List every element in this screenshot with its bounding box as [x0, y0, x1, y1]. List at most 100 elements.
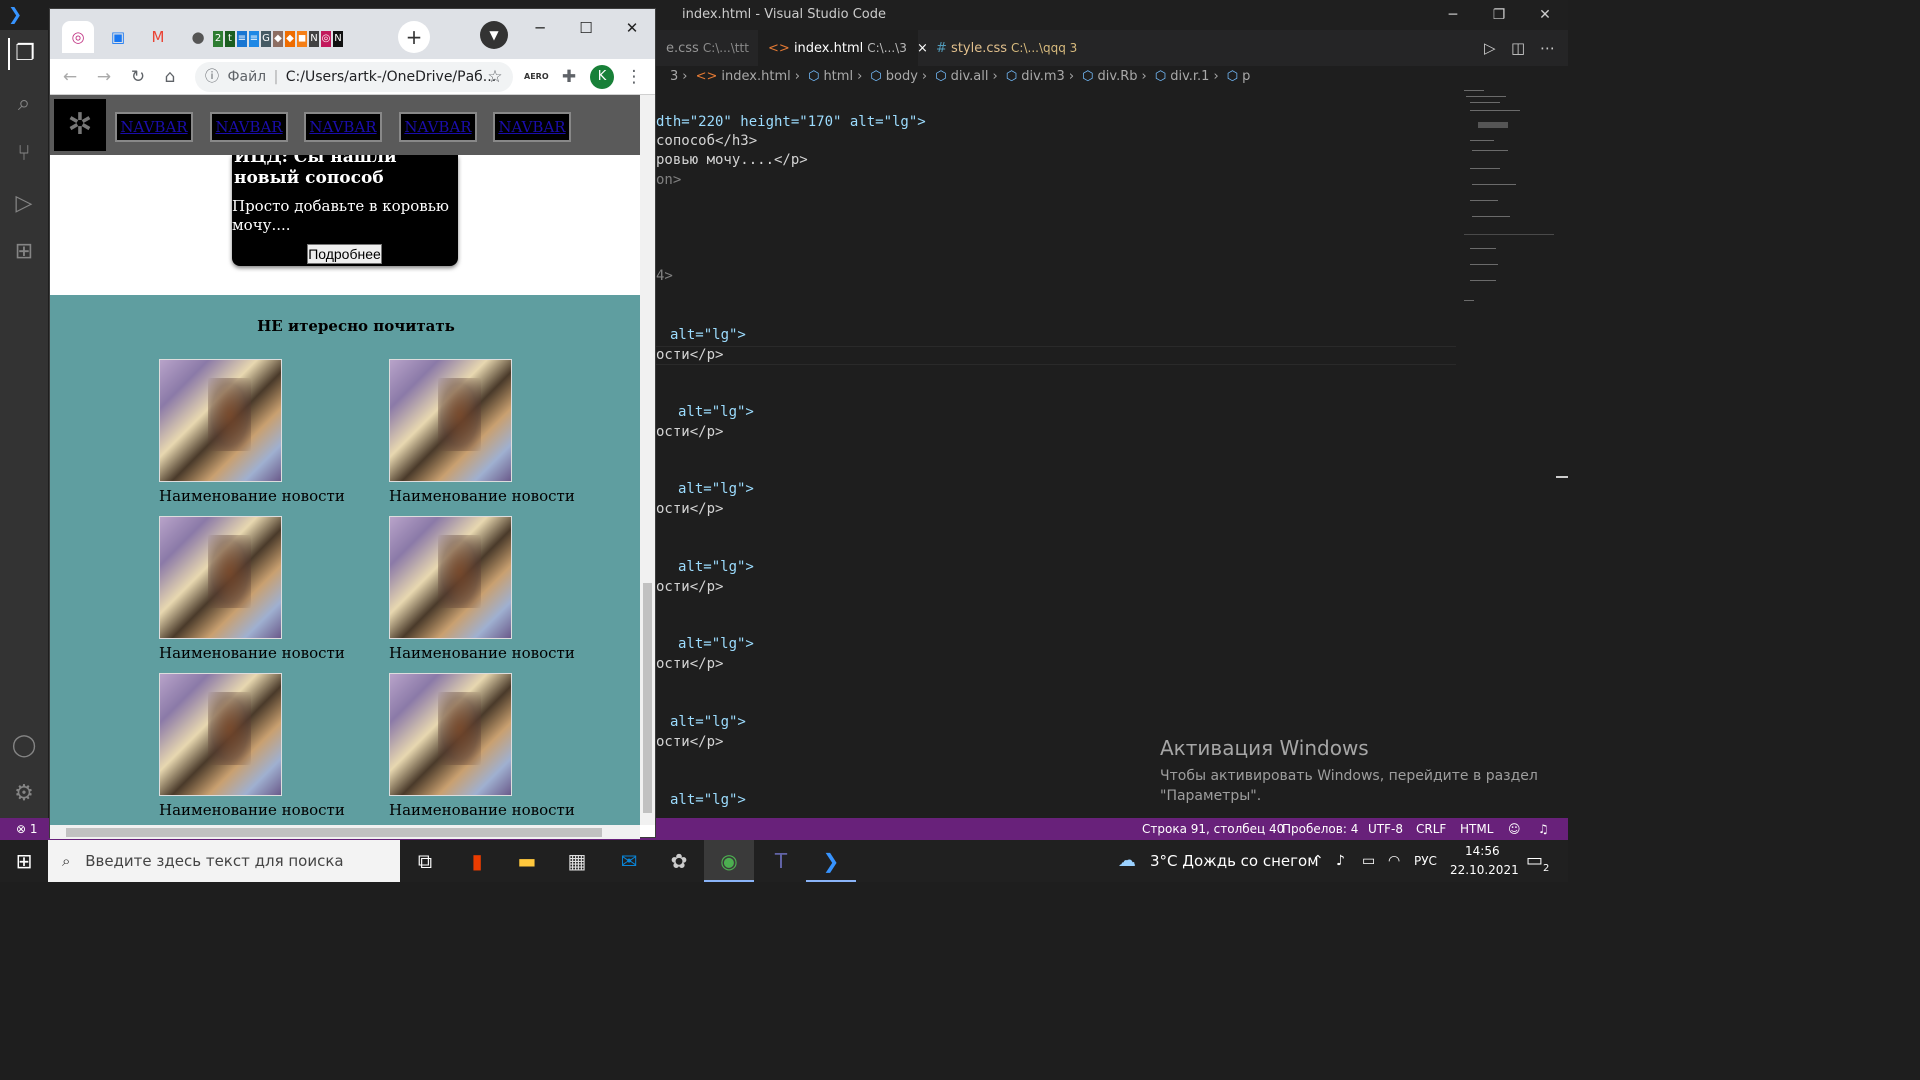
news-card[interactable]: Наименование новости — [389, 359, 589, 509]
indentation-status[interactable]: Пробелов: 4 — [1282, 818, 1358, 840]
run-debug-icon[interactable]: ▷ — [8, 188, 40, 220]
promo-more-button[interactable]: Подробнее — [307, 244, 382, 264]
scrollbar-thumb[interactable] — [643, 583, 652, 813]
office-icon[interactable]: ▮ — [452, 840, 502, 882]
home-icon[interactable]: ⌂ — [158, 65, 182, 89]
tab-favicon-icon[interactable]: 2 — [213, 31, 223, 47]
tab-favicon-icon[interactable]: ≡ — [249, 31, 259, 47]
paint-icon[interactable]: ✿ — [654, 840, 704, 882]
tab-favicon-icon[interactable]: ◆ — [285, 31, 295, 47]
code-editor[interactable]: dth="220" height="170" alt="lg"> сопособ… — [656, 88, 1456, 818]
show-hidden-icons-icon[interactable]: ⌃ — [1312, 840, 1324, 882]
feedback-icon[interactable]: ☺ — [1508, 818, 1521, 840]
weather-icon[interactable]: ☁ — [1118, 840, 1136, 882]
search-icon[interactable]: ⌕ — [8, 88, 40, 120]
extensions-puzzle-icon[interactable]: ✚ — [557, 65, 581, 89]
breadcrumb-item[interactable]: html — [823, 69, 853, 84]
tab-favicon-icon[interactable]: ◼ — [297, 31, 307, 47]
encoding-status[interactable]: UTF-8 — [1368, 818, 1403, 840]
chrome-maximize-icon[interactable]: ☐ — [566, 13, 606, 43]
forward-icon[interactable]: → — [92, 65, 116, 89]
errors-status[interactable]: ⊗ 1 — [16, 818, 38, 840]
news-image[interactable] — [389, 359, 512, 482]
news-image[interactable] — [159, 359, 282, 482]
navbar-link[interactable]: NAVBAR — [399, 112, 477, 142]
breadcrumb-item[interactable]: div.m3 — [1021, 69, 1065, 84]
mail-icon[interactable]: ✉ — [604, 840, 654, 882]
eol-status[interactable]: CRLF — [1416, 818, 1446, 840]
page-horizontal-scrollbar[interactable] — [50, 825, 640, 839]
notifications-bell-icon[interactable]: ♫ — [1538, 818, 1549, 840]
explorer-icon[interactable]: ❐ — [8, 38, 40, 70]
tab-favicon-icon[interactable]: ≡ — [237, 31, 247, 47]
wifi-icon[interactable]: ◠ — [1388, 840, 1400, 882]
navbar-link[interactable]: NAVBAR — [210, 112, 288, 142]
navbar-link[interactable]: NAVBAR — [304, 112, 382, 142]
back-icon[interactable]: ← — [58, 65, 82, 89]
news-image[interactable] — [389, 673, 512, 796]
breadcrumb-item[interactable]: 3 — [670, 69, 678, 84]
tab-favicon-icon[interactable]: N — [333, 31, 343, 47]
minimize-icon[interactable]: ─ — [1430, 0, 1476, 30]
scrollbar-thumb[interactable] — [66, 828, 602, 837]
news-image[interactable] — [159, 673, 282, 796]
reload-icon[interactable]: ↻ — [126, 65, 150, 89]
teams-icon[interactable]: T — [756, 840, 806, 882]
editor-scrollbar[interactable] — [1556, 88, 1568, 818]
chrome-menu-icon[interactable]: ⋮ — [622, 65, 646, 89]
info-icon[interactable]: ⓘ — [205, 69, 219, 85]
input-language[interactable]: РУС — [1414, 840, 1437, 882]
messenger-tab-icon[interactable]: ▣ — [102, 21, 134, 53]
new-tab-icon[interactable]: + — [398, 21, 430, 53]
navbar-link[interactable]: NAVBAR — [115, 112, 193, 142]
address-bar[interactable]: ⓘ Файл | C:/Users/artk-/OneDrive/Раб... — [195, 62, 513, 92]
page-vertical-scrollbar[interactable] — [640, 95, 655, 825]
tab-e-css[interactable]: e.css C:\...\ttt — [656, 30, 759, 66]
aero-extension-icon[interactable]: AERO — [524, 65, 549, 89]
volume-icon[interactable]: ♪ — [1336, 840, 1345, 882]
instagram-tab-icon[interactable]: ◎ — [62, 21, 94, 53]
news-card[interactable]: Наименование новости — [159, 359, 359, 509]
more-actions-icon[interactable]: ⋯ — [1540, 30, 1555, 66]
tab-favicon-icon[interactable]: ◆ — [273, 31, 283, 47]
tab-favicon-icon[interactable]: G — [261, 31, 271, 47]
run-icon[interactable]: ▷ — [1484, 30, 1496, 66]
microsoft-store-icon[interactable]: ▦ — [552, 840, 602, 882]
battery-icon[interactable]: ▭ — [1362, 840, 1375, 882]
weather-text[interactable]: 3°C Дождь со снегом — [1150, 840, 1319, 882]
site-logo-icon[interactable]: ✲ — [54, 99, 106, 151]
chrome-taskbar-icon[interactable]: ◉ — [704, 840, 754, 882]
tab-loading-icon[interactable]: ● — [182, 21, 214, 53]
tab-favicon-icon[interactable]: N — [309, 31, 319, 47]
minimap[interactable] — [1456, 88, 1556, 308]
source-control-icon[interactable]: ⑂ — [8, 138, 40, 170]
windows-start-icon[interactable]: ⊞ — [0, 840, 48, 882]
tab-index-html[interactable]: <> index.html C:\...\3 × — [758, 30, 928, 66]
news-image[interactable] — [389, 516, 512, 639]
news-card[interactable]: Наименование новости — [389, 673, 589, 823]
breadcrumb-item[interactable]: index.html — [721, 69, 790, 84]
breadcrumb-item[interactable]: div.Rb — [1098, 69, 1138, 84]
file-explorer-icon[interactable]: ▬ — [502, 840, 552, 882]
chrome-close-icon[interactable]: ✕ — [612, 13, 652, 43]
bookmark-star-icon[interactable]: ☆ — [483, 65, 507, 89]
news-image[interactable] — [159, 516, 282, 639]
gmail-tab-icon[interactable]: M — [142, 21, 174, 53]
breadcrumb-item[interactable]: div.r.1 — [1170, 69, 1209, 84]
breadcrumb-item[interactable]: p — [1242, 69, 1250, 84]
news-card[interactable]: Наименование новости — [159, 516, 359, 666]
navbar-link[interactable]: NAVBAR — [493, 112, 571, 142]
extensions-icon[interactable]: ⊞ — [8, 236, 40, 268]
action-center-icon[interactable]: ▭ — [1526, 840, 1543, 882]
news-card[interactable]: Наименование новости — [389, 516, 589, 666]
news-card[interactable]: Наименование новости — [159, 673, 359, 823]
close-icon[interactable]: ✕ — [1522, 0, 1568, 30]
tab-search-icon[interactable]: ▼ — [480, 21, 508, 49]
chrome-minimize-icon[interactable]: ─ — [520, 13, 560, 43]
settings-gear-icon[interactable]: ⚙ — [8, 778, 40, 810]
split-editor-icon[interactable]: ◫ — [1511, 30, 1525, 66]
tab-style-css[interactable]: # style.css C:\...\qqq 3 — [926, 30, 1087, 66]
cursor-position[interactable]: Строка 91, столбец 40 — [1142, 818, 1284, 840]
profile-avatar[interactable]: K — [590, 65, 614, 89]
accounts-icon[interactable]: ◯ — [8, 730, 40, 762]
